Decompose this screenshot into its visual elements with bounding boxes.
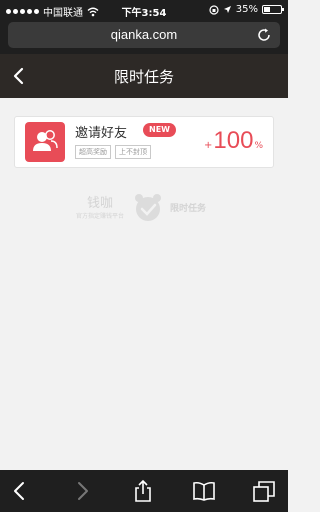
back-arrow-icon[interactable] — [8, 479, 32, 503]
url-field[interactable]: qianka.com — [8, 22, 280, 48]
status-right-group: 35% — [209, 4, 284, 15]
bookmarks-icon[interactable] — [192, 479, 216, 503]
empty-watermark: 钱咖 官方指定赚钱平台 限时任务 — [70, 190, 250, 230]
status-bar: 中国联通 下午3:54 35% — [0, 0, 288, 20]
users-icon — [25, 122, 65, 162]
browser-toolbar — [0, 470, 288, 512]
share-icon[interactable] — [131, 479, 155, 503]
watermark-brand-block: 钱咖 官方指定赚钱平台 — [70, 192, 130, 220]
lock-rotation-icon — [209, 4, 219, 15]
location-icon — [223, 6, 231, 13]
task-card-invite[interactable]: 邀请好友 NEW 超高奖励 上不封顶 + 100 % — [14, 116, 274, 168]
new-badge: NEW — [143, 123, 176, 137]
watermark-right: 限时任务 — [170, 204, 207, 214]
watermark-tagline: 官方指定赚钱平台 — [75, 213, 124, 220]
watermark-brand: 钱咖 — [86, 196, 113, 211]
battery-icon — [262, 5, 284, 14]
app-header: 限时任务 — [0, 54, 288, 98]
reward-amount: + 100 % — [204, 127, 263, 155]
task-tag: 超高奖励 — [75, 145, 111, 159]
page-title: 限时任务 — [113, 68, 174, 86]
task-title: 邀请好友 — [75, 126, 128, 141]
url-text[interactable]: qianka.com — [8, 27, 280, 42]
task-tag: 上不封顶 — [115, 145, 151, 159]
reward-prefix: + — [204, 140, 213, 151]
task-list: 邀请好友 NEW 超高奖励 上不封顶 + 100 % 钱咖 官方指定赚钱平台 限… — [0, 98, 288, 444]
forward-arrow-icon[interactable] — [70, 479, 94, 503]
alarm-clock-icon — [135, 194, 161, 221]
task-tags: 超高奖励 上不封顶 — [75, 145, 151, 159]
browser-address-bar: qianka.com — [0, 20, 288, 54]
battery-percent: 35% — [235, 4, 258, 15]
reload-icon[interactable] — [256, 27, 272, 43]
battery-level — [264, 7, 270, 12]
reward-value: 100 — [213, 127, 254, 154]
tabs-icon[interactable] — [252, 479, 276, 503]
reward-unit: % — [254, 141, 263, 151]
